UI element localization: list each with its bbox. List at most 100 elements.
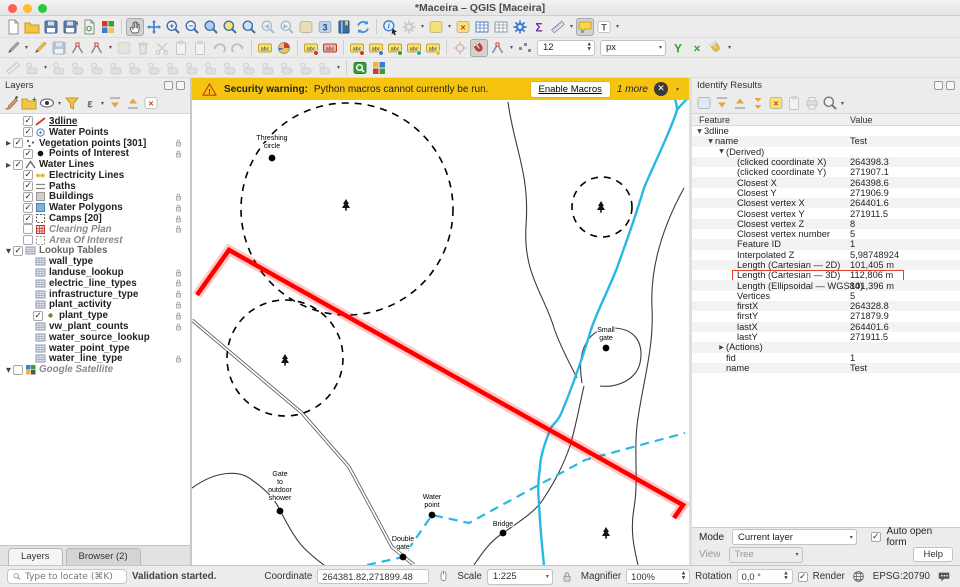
- vertex-tool-icon[interactable]: [88, 39, 106, 57]
- snapping-mode-icon[interactable]: [489, 39, 507, 57]
- layer-item-lookup-tables[interactable]: ▼✓Lookup Tables: [0, 246, 190, 257]
- snapping-intersection-icon[interactable]: ×: [688, 39, 706, 57]
- vertex-tool-dropdown[interactable]: ▾: [107, 44, 114, 51]
- layer-item-points-of-interest[interactable]: ✓Points of Interest: [0, 148, 190, 159]
- show-hide-labels-icon[interactable]: abc: [367, 39, 385, 57]
- zoom-in-icon[interactable]: +: [164, 18, 182, 36]
- layer-item-wall-type[interactable]: wall_type: [0, 256, 190, 267]
- georeferencer-icon[interactable]: [370, 59, 388, 77]
- layer-visibility-checkbox[interactable]: ✓: [23, 214, 33, 224]
- layer-visibility-checkbox[interactable]: ✓: [23, 127, 33, 137]
- identify-mode-icon[interactable]: [695, 94, 713, 112]
- clear-results-icon[interactable]: ×: [767, 94, 785, 112]
- select-features-icon[interactable]: [427, 18, 445, 36]
- layer-visibility-checkbox[interactable]: ✓: [23, 203, 33, 213]
- statistical-summary-icon[interactable]: Σ: [530, 18, 548, 36]
- layer-item-water-polygons[interactable]: ✓Water Polygons: [0, 202, 190, 213]
- text-annotation-icon[interactable]: T: [595, 18, 613, 36]
- layer-item-camps-20[interactable]: ✓Camps [20]: [0, 213, 190, 224]
- snapping-units[interactable]: px▾: [600, 40, 666, 56]
- new-map-view-icon[interactable]: [297, 18, 315, 36]
- identify-row-closest-y[interactable]: Closest Y271906.9: [692, 188, 960, 198]
- identify-row-closest-vertex-y[interactable]: Closest vertex Y271911.5: [692, 208, 960, 218]
- digitize-with-curve-icon[interactable]: [69, 39, 87, 57]
- show-bookmarks-icon[interactable]: [335, 18, 353, 36]
- new-3d-map-view-icon[interactable]: 3: [316, 18, 334, 36]
- layer-item-water-point-type[interactable]: water_point_type: [0, 343, 190, 354]
- more-messages-label[interactable]: 1 more: [617, 84, 648, 95]
- open-layer-styling-icon[interactable]: [2, 94, 20, 112]
- collapse-all-icon[interactable]: [124, 94, 142, 112]
- zoom-to-selection-icon[interactable]: [221, 18, 239, 36]
- layer-visibility-checkbox[interactable]: [23, 224, 33, 234]
- save-project-as-icon[interactable]: +: [61, 18, 79, 36]
- banner-dropdown-icon[interactable]: ▾: [674, 86, 681, 93]
- layer-visibility-checkbox[interactable]: ✓: [23, 149, 33, 159]
- layer-item-vw-plant-counts[interactable]: vw_plant_counts: [0, 321, 190, 332]
- scale-select[interactable]: 1:225▾: [487, 569, 553, 585]
- layer-item-area-of-interest[interactable]: Area Of Interest: [0, 235, 190, 246]
- expand-new-results-icon[interactable]: [749, 94, 767, 112]
- crs-globe-icon[interactable]: [850, 570, 868, 584]
- expand-arrow[interactable]: ▼: [695, 128, 704, 135]
- layer-item-infrastructure-type[interactable]: infrastructure_type: [0, 289, 190, 300]
- label-options-icon[interactable]: abc: [302, 39, 320, 57]
- identify-row-length-cartesian-3d[interactable]: Length (Cartesian — 3D)112,806 m: [692, 270, 960, 280]
- pin-unpin-labels-icon[interactable]: abc: [348, 39, 366, 57]
- minimize-window-button[interactable]: [23, 4, 32, 13]
- filter-by-expression-icon[interactable]: ε: [81, 94, 99, 112]
- close-window-button[interactable]: [8, 4, 17, 13]
- diagram-options-icon[interactable]: abc: [321, 39, 339, 57]
- dock-tab-browser-2[interactable]: Browser (2): [66, 548, 141, 565]
- project-properties-icon[interactable]: [80, 18, 98, 36]
- style-manager-icon[interactable]: [99, 18, 117, 36]
- manage-map-themes-icon[interactable]: [38, 94, 56, 112]
- layer-labeling-icon[interactable]: abc: [256, 39, 274, 57]
- layer-item-water-source-lookup[interactable]: water_source_lookup: [0, 332, 190, 343]
- refresh-map-icon[interactable]: [354, 18, 372, 36]
- move-label-icon[interactable]: abc: [386, 39, 404, 57]
- identify-settings-dropdown[interactable]: ▾: [839, 100, 846, 107]
- current-edits-icon[interactable]: [4, 39, 22, 57]
- remove-layer-icon[interactable]: ×: [142, 94, 160, 112]
- deselect-features-icon[interactable]: ×: [454, 18, 472, 36]
- layer-visibility-checkbox[interactable]: ✓: [13, 160, 23, 170]
- expand-arrow[interactable]: ▶: [4, 161, 13, 169]
- identify-settings-icon[interactable]: [821, 94, 839, 112]
- identify-row-name[interactable]: nameTest: [692, 363, 960, 373]
- enable-snapping-icon[interactable]: [470, 39, 488, 57]
- identify-row-clicked-coordinate-x[interactable]: (clicked coordinate X)264398.3: [692, 157, 960, 167]
- processing-search-icon[interactable]: [351, 59, 369, 77]
- expand-arrow[interactable]: ▼: [706, 138, 715, 145]
- layer-item-plant-activity[interactable]: plant_activity: [0, 300, 190, 311]
- identify-row-vertices[interactable]: Vertices5: [692, 291, 960, 301]
- open-attribute-table-icon[interactable]: [473, 18, 491, 36]
- map-canvas[interactable]: Threshingcircle Smallgate Gatetooutdoors…: [192, 78, 689, 565]
- layer-item-water-line-type[interactable]: water_line_type: [0, 354, 190, 365]
- enable-tracing-icon[interactable]: [707, 39, 725, 57]
- locator-input[interactable]: [25, 572, 121, 582]
- measure-dropdown[interactable]: ▾: [568, 23, 575, 30]
- layer-item-3dline[interactable]: ✓3dline: [0, 116, 190, 127]
- dock-tab-layers[interactable]: Layers: [8, 548, 63, 565]
- expand-arrow[interactable]: ▼: [4, 247, 13, 255]
- identify-row-closest-vertex-z[interactable]: Closest vertex Z8: [692, 219, 960, 229]
- close-panel-button[interactable]: [946, 81, 955, 90]
- current-edits-dropdown[interactable]: ▾: [23, 44, 30, 51]
- project-new-icon[interactable]: [4, 18, 22, 36]
- pan-map-icon[interactable]: [126, 18, 144, 36]
- locator-search[interactable]: [7, 569, 127, 584]
- select-features-dropdown[interactable]: ▾: [446, 23, 453, 30]
- text-annotation-dropdown[interactable]: ▾: [614, 23, 621, 30]
- expand-arrow[interactable]: ▶: [4, 139, 13, 147]
- layer-item-buildings[interactable]: ✓Buildings: [0, 192, 190, 203]
- collapse-tree-icon[interactable]: [731, 94, 749, 112]
- zoom-to-layer-icon[interactable]: [240, 18, 258, 36]
- close-panel-button[interactable]: [176, 81, 185, 90]
- rotate-label-icon[interactable]: abc: [405, 39, 423, 57]
- topological-editing-icon[interactable]: Y: [669, 39, 687, 57]
- layer-item-vegetation-points-301[interactable]: ▶✓Vegetation points [301]: [0, 138, 190, 149]
- identify-row-firsty[interactable]: firstY271879.9: [692, 311, 960, 321]
- identify-row-lastx[interactable]: lastX264401.6: [692, 322, 960, 332]
- epsg-label[interactable]: EPSG:20790: [873, 571, 930, 582]
